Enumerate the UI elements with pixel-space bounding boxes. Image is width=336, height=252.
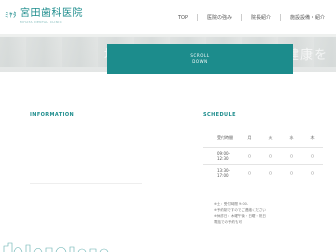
schedule-table: 受付時間 月 火 水 木 09:00-12:30 ○ ○ ○ ○ 13:30-1… <box>203 130 323 181</box>
open-mark: ○ <box>260 163 281 181</box>
open-mark: ○ <box>281 146 302 164</box>
nav-divider <box>241 14 243 21</box>
clinic-name-english: MIYATA DENTAL CLINIC <box>20 20 63 24</box>
information-divider <box>30 183 142 184</box>
table-row: 13:30-17:00 ○ ○ ○ ○ <box>203 163 323 181</box>
day-wednesday: 水 <box>289 135 294 141</box>
time-slot: 09:00-12:30 <box>203 146 239 164</box>
nav-divider <box>197 14 199 21</box>
bottom-decoration-illustration <box>3 242 109 252</box>
schedule-heading: SCHEDULE <box>203 112 236 118</box>
clinic-name: 宮田歯科医院 <box>20 8 83 19</box>
open-mark: ○ <box>239 146 260 164</box>
logo-mark: ﾐﾔﾀ <box>5 11 17 19</box>
schedule-note: 電話での予約も可 <box>214 220 242 224</box>
nav-item-top[interactable]: TOP <box>178 14 188 21</box>
down-label: DOWN <box>192 59 208 64</box>
open-mark: ○ <box>302 146 323 164</box>
nav-divider <box>280 14 282 21</box>
open-mark: ○ <box>260 146 281 164</box>
day-tuesday: 火 <box>268 135 273 141</box>
main-nav: TOP 医院の強み 院長紹介 施設設備・紹介 <box>178 14 325 21</box>
scroll-down-button[interactable]: SCROLL DOWN <box>107 44 293 74</box>
open-mark: ○ <box>302 163 323 181</box>
schedule-header-row: 受付時間 月 火 水 木 <box>203 130 323 147</box>
clinic-logo[interactable]: ﾐﾔﾀ 宮田歯科医院 MIYATA DENTAL CLINIC <box>5 8 83 24</box>
time-slot: 13:30-17:00 <box>203 163 239 181</box>
schedule-header-label: 受付時間 <box>217 135 233 141</box>
open-mark: ○ <box>239 163 260 181</box>
open-mark: ○ <box>281 163 302 181</box>
nav-item-director[interactable]: 院長紹介 <box>251 14 271 21</box>
day-thursday: 木 <box>310 135 315 141</box>
information-heading: INFORMATION <box>30 112 75 118</box>
nav-item-facilities[interactable]: 施設設備・紹介 <box>290 14 325 21</box>
day-monday: 月 <box>247 135 252 141</box>
nav-item-strengths[interactable]: 医院の強み <box>207 14 232 21</box>
site-header: ﾐﾔﾀ 宮田歯科医院 MIYATA DENTAL CLINIC TOP 医院の強… <box>0 0 336 34</box>
schedule-notes: ※土：受付時間 9:00- ※予約制ですのでご連絡ください ※休診日：木曜午後・… <box>214 201 266 225</box>
table-row: 09:00-12:30 ○ ○ ○ ○ <box>203 146 323 164</box>
